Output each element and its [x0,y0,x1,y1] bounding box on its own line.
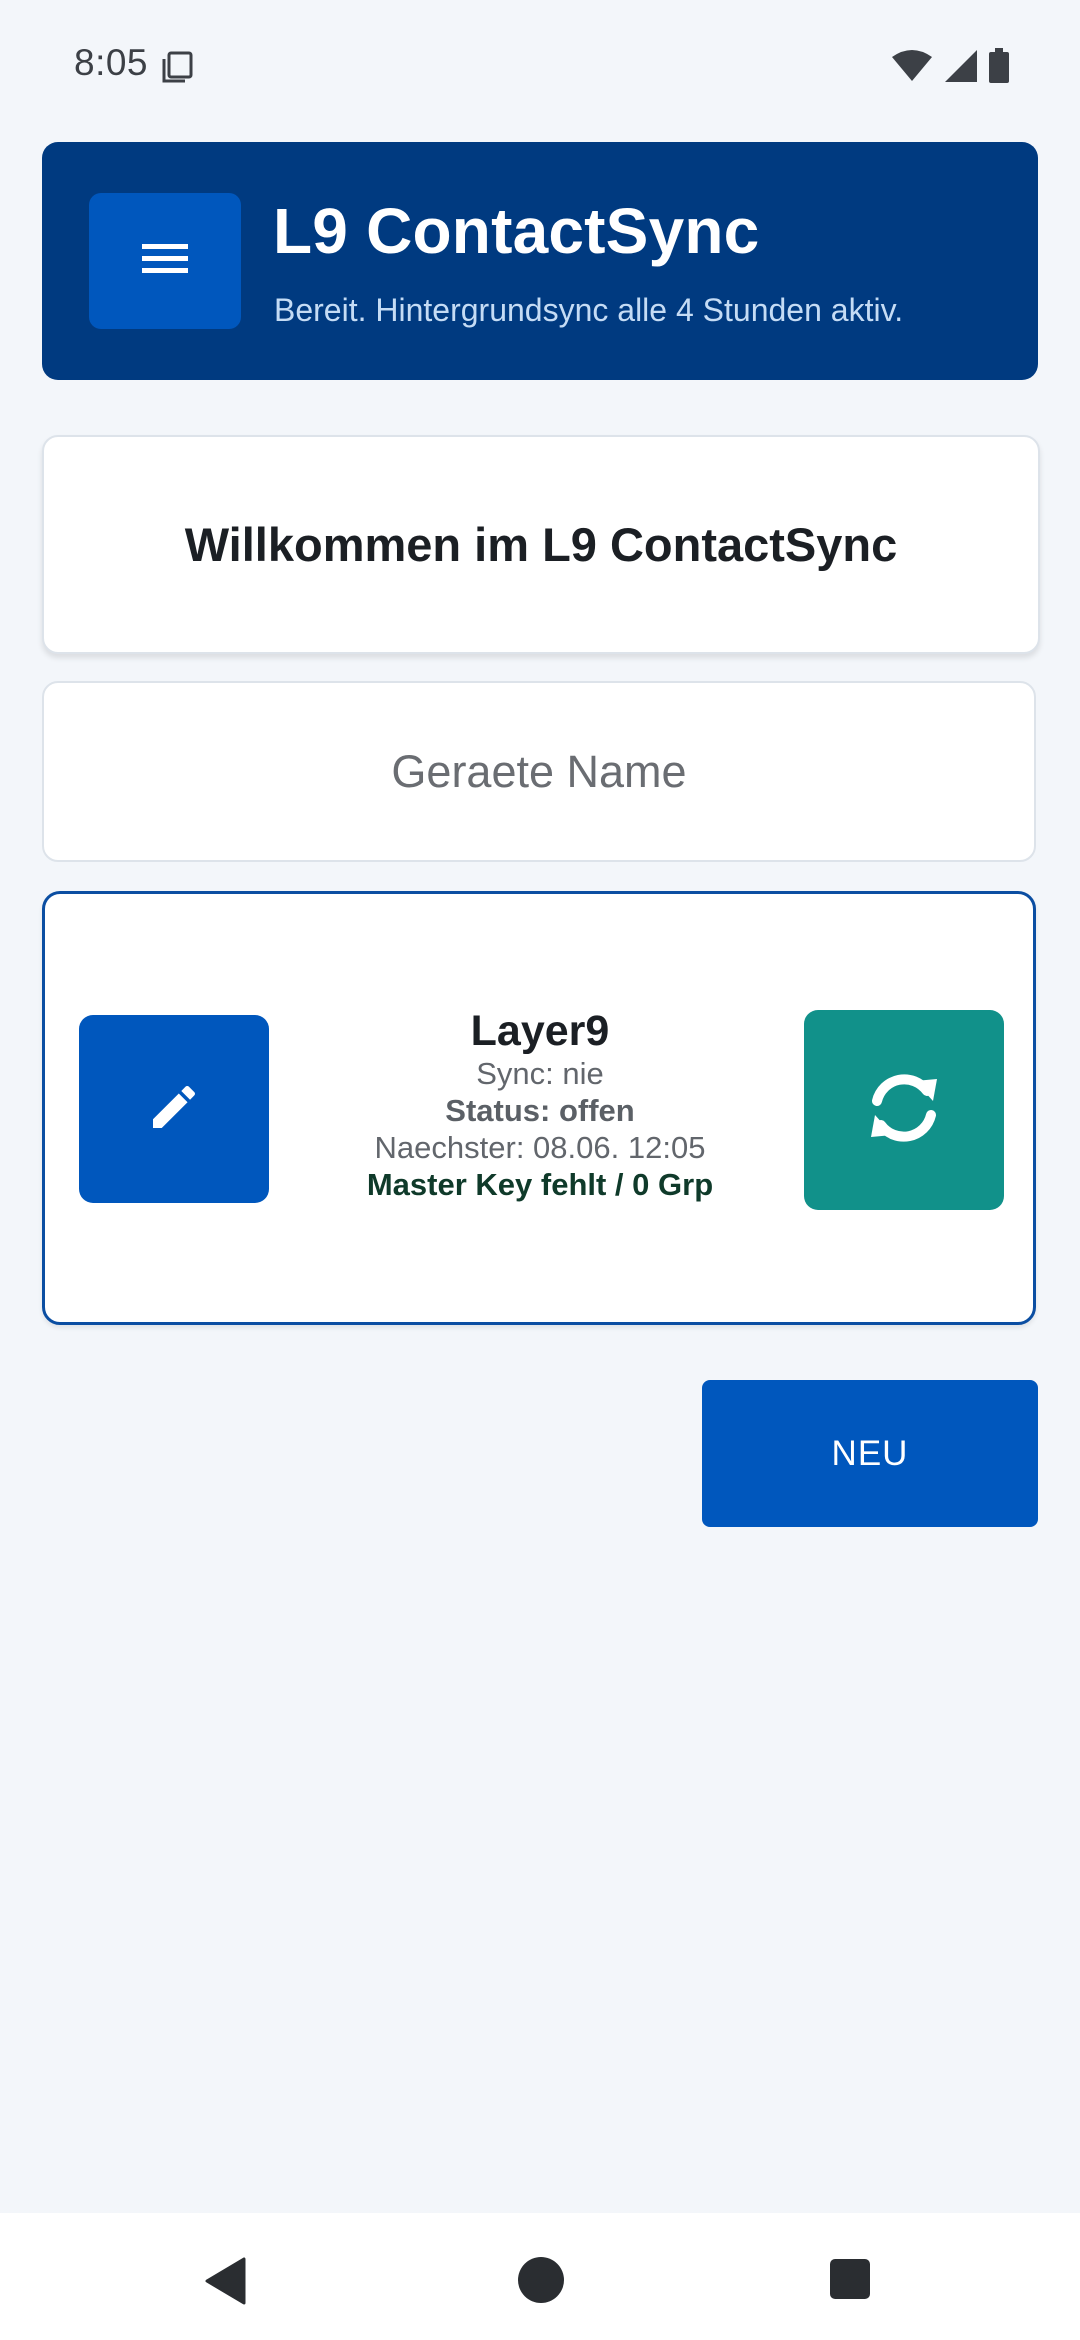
sync-icon [863,1067,945,1154]
edit-device-button[interactable] [79,1015,269,1203]
device-next-sync: Naechster: 08.06. 12:05 [374,1130,706,1165]
notification-icon [160,50,194,89]
new-device-button[interactable]: NEU [702,1380,1038,1527]
wifi-icon [890,49,934,88]
hamburger-menu-icon [142,242,188,281]
recents-icon[interactable] [829,2258,871,2305]
status-bar: 8:05 [0,0,1080,132]
pencil-icon [146,1079,202,1140]
app-subtitle: Bereit. Hintergrundsync alle 4 Stunden a… [274,292,904,328]
welcome-card: Willkommen im L9 ContactSync [42,435,1040,654]
menu-button[interactable] [89,193,241,329]
battery-icon [988,48,1010,89]
device-sync-time: Sync: nie [476,1056,604,1091]
app-title: L9 ContactSync [273,195,760,267]
welcome-text: Willkommen im L9 ContactSync [184,518,898,571]
back-icon[interactable] [204,2256,248,2311]
status-icons [890,48,1010,89]
status-time: 8:05 [74,42,149,83]
device-name-input[interactable] [42,681,1036,862]
home-icon[interactable] [517,2256,565,2309]
device-info: Layer9 Sync: nie Status: offen Naechster… [295,1007,785,1203]
device-card: Layer9 Sync: nie Status: offen Naechster… [42,891,1036,1325]
device-status: Status: offen [445,1093,635,1128]
app-header: L9 ContactSync Bereit. Hintergrundsync a… [42,142,1038,380]
device-master-key: Master Key fehlt / 0 Grp [366,1167,714,1202]
sync-device-button[interactable] [804,1010,1004,1210]
navigation-bar [0,2213,1080,2340]
signal-icon [944,49,978,88]
device-name: Layer9 [470,1007,610,1055]
